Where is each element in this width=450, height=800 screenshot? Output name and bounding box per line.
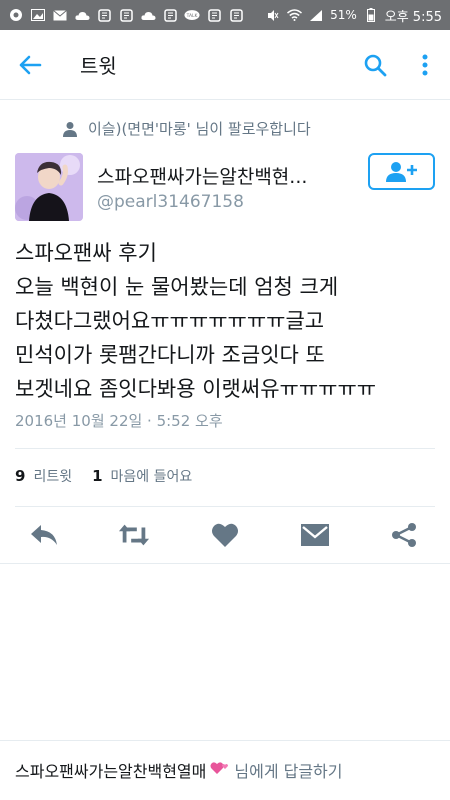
social-context: 이슬)(면면'마롱' 님이 팔로우합니다	[62, 118, 311, 139]
status-bar: TALK 51% 오후 5:55	[0, 0, 450, 30]
social-context-text: 이슬)(면면'마롱' 님이 팔로우합니다	[88, 120, 311, 138]
app-bar: 트윗	[0, 30, 450, 100]
direct-message-button[interactable]	[299, 520, 331, 550]
retweet-icon	[118, 524, 150, 546]
envelope-icon	[301, 524, 329, 546]
display-name[interactable]: 스파오팬싸가는알찬백현...	[97, 162, 347, 189]
cloud-icon	[140, 8, 156, 22]
reply-suffix: 님에게 답글하기	[234, 762, 343, 781]
tweet-line: 민석이가 롯팸간다니까 조금잇다 또	[15, 343, 325, 367]
reply-button[interactable]	[28, 520, 60, 550]
clock: 오후 5:55	[384, 9, 442, 25]
search-icon	[364, 54, 387, 76]
app-icon	[162, 8, 178, 22]
search-button[interactable]	[350, 30, 400, 100]
share-icon	[392, 523, 416, 547]
add-user-icon	[385, 161, 417, 182]
wifi-icon	[286, 8, 302, 22]
tweet-line: 다쳤다그랬어요ㅠㅠㅠㅠㅠㅠㅠ글고	[15, 309, 325, 333]
person-icon	[63, 121, 77, 137]
user-handle[interactable]: @pearl31467158	[97, 192, 244, 212]
tweet-line: 보겟네요 좀잇다봐용 이랫써유ㅠㅠㅠㅠㅠ	[15, 377, 377, 401]
app-icon	[228, 8, 244, 22]
retweet-button[interactable]	[118, 520, 150, 550]
page-title: 트윗	[80, 54, 117, 78]
notification-icons: TALK	[8, 8, 244, 22]
reply-composer[interactable]: 스파오팬싸가는알찬백현열매 님에게 답글하기	[15, 758, 343, 782]
tweet-text: 스파오팬싸 후기 오늘 백현이 눈 물어봤는데 엄청 크게 다쳤다그랬어요ㅠㅠㅠ…	[15, 236, 440, 406]
like-button[interactable]	[209, 520, 241, 550]
app-icon	[206, 8, 222, 22]
tweet-actions	[0, 512, 450, 558]
divider	[0, 563, 450, 564]
hearts-emoji-icon	[210, 760, 230, 780]
reply-icon	[31, 525, 57, 545]
app-icon	[96, 8, 112, 22]
talk-badge: TALK	[186, 12, 198, 18]
system-indicators: 51% 오후 5:55	[264, 6, 442, 25]
signal-icon	[308, 8, 324, 22]
retweet-label[interactable]: 리트윗	[33, 466, 72, 486]
mute-icon	[264, 8, 280, 22]
reply-target-name: 스파오팬싸가는알찬백현열매	[15, 762, 207, 781]
divider	[15, 448, 435, 449]
share-button[interactable]	[388, 520, 420, 550]
like-count[interactable]: 1	[92, 467, 102, 485]
app-icon	[118, 8, 134, 22]
photo-icon	[30, 8, 46, 22]
battery-icon	[363, 8, 379, 22]
back-button[interactable]	[0, 30, 60, 100]
more-options-button[interactable]	[400, 30, 450, 100]
tweet-timestamp: 2016년 10월 22일 · 5:52 오후	[15, 412, 223, 430]
like-label[interactable]: 마음에 들어요	[111, 466, 193, 486]
retweet-count[interactable]: 9	[15, 467, 25, 485]
avatar-photo	[15, 153, 83, 221]
divider	[15, 506, 435, 507]
arrow-left-icon	[19, 55, 42, 74]
more-vertical-icon	[422, 54, 428, 75]
follow-button[interactable]	[368, 153, 435, 190]
avatar[interactable]	[15, 153, 83, 221]
tweet-line: 오늘 백현이 눈 물어봤는데 엄청 크게	[15, 275, 339, 299]
tweet-stats: 9 리트윗 1 마음에 들어요	[15, 466, 212, 486]
message-icon	[8, 8, 24, 22]
talk-icon: TALK	[184, 8, 200, 22]
mail-icon	[52, 8, 68, 22]
cloud-icon	[74, 8, 90, 22]
tweet-line: 스파오팬싸 후기	[15, 241, 157, 265]
divider	[0, 740, 450, 741]
battery-percent: 51%	[330, 8, 357, 22]
heart-icon	[212, 523, 238, 547]
